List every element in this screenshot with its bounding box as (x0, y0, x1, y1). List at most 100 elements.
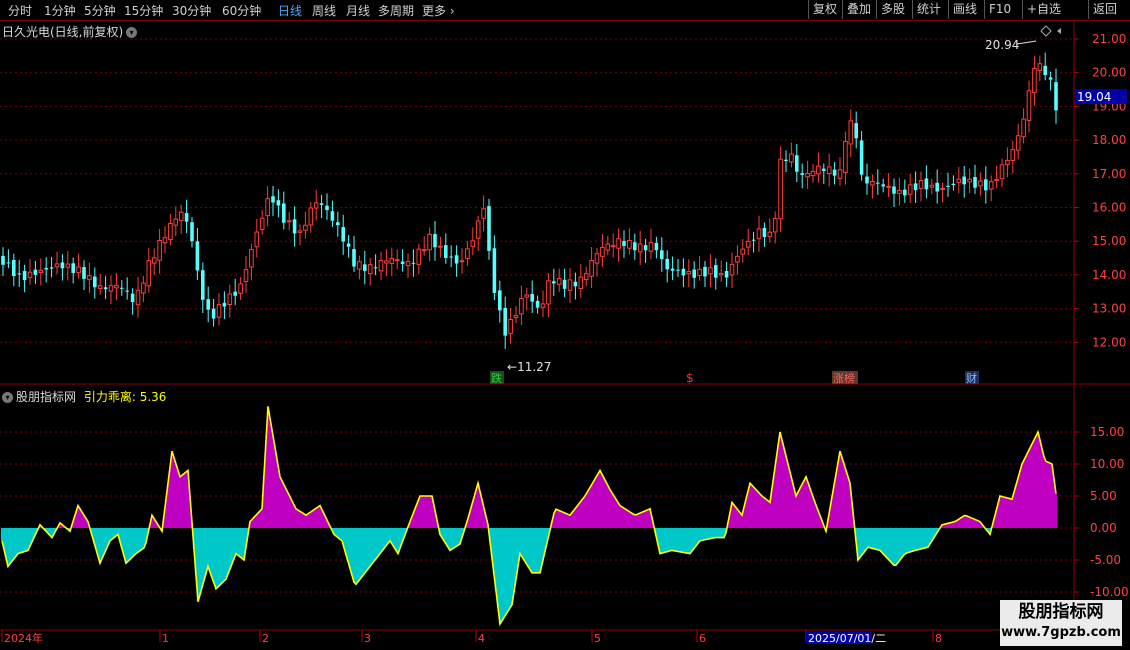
price-axis-label: 15.00 (1092, 234, 1126, 248)
candle-body-up (157, 239, 162, 261)
watermark-url: www.7gpzb.com (1001, 625, 1121, 640)
candle-body-up (367, 264, 373, 275)
candle-body-down (336, 222, 340, 226)
candle-body-down (211, 308, 216, 319)
indicator-axis-label: -10.00 (1090, 585, 1129, 599)
candle-body-down (665, 258, 669, 270)
candle-body-down (876, 182, 880, 184)
chevron-down-icon[interactable]: ▾ (2, 392, 13, 403)
candle-body-down (562, 279, 567, 289)
candle-body-up (227, 293, 233, 306)
candle-body-down (271, 196, 275, 203)
indicator-axis-label: 5.00 (1090, 489, 1117, 503)
candle-body-down (130, 293, 135, 302)
candle-body-up (772, 218, 778, 233)
candle-body-up (357, 261, 362, 270)
event-tag-drop[interactable]: 跌 (491, 371, 502, 385)
candle-body-up (967, 178, 972, 183)
candle-body-down (276, 200, 281, 206)
candle-body-up (1026, 90, 1032, 121)
candle-body-down (795, 155, 799, 172)
candle-body-up (378, 260, 384, 272)
candle-body-down (120, 287, 124, 289)
candle-body-up (313, 202, 319, 209)
candle-body-up (637, 243, 643, 253)
candle-body-up (243, 269, 249, 282)
candle-body-up (907, 184, 913, 195)
candle-body-up (394, 259, 400, 262)
diamond-icon[interactable] (1040, 25, 1052, 37)
candle-body-down (373, 267, 378, 269)
event-tag-dollar[interactable]: $ (686, 371, 694, 385)
candle-body-down (924, 178, 929, 190)
candle-body-up (216, 304, 222, 318)
candle-body-up (265, 198, 270, 217)
candle-body-up (718, 273, 724, 276)
candle-body-down (411, 262, 416, 264)
candle-body-down (573, 281, 578, 287)
candle-body-up (729, 263, 735, 276)
candle-body-up (940, 188, 945, 191)
candle-body-up (870, 180, 875, 186)
event-tag-finance[interactable]: 财 (966, 371, 977, 385)
chevron-down-icon[interactable]: ▾ (126, 27, 138, 38)
candle-body-down (962, 176, 966, 185)
time-cursor-label: 2025/07/01/二 (808, 632, 886, 645)
candle-body-down (400, 261, 405, 265)
site-watermark: 股朋指标网 www.7gpzb.com (1000, 600, 1122, 646)
candle-body-up (146, 260, 152, 287)
candle-body-down (865, 176, 869, 184)
candle-body-up (578, 276, 584, 289)
main-panel-header: 日久光电(日线,前复权) ▾ (2, 23, 140, 40)
candle-body-down (346, 243, 351, 247)
candle-body-up (470, 240, 476, 247)
candle-body-up (589, 259, 594, 277)
candle-body-up (956, 178, 962, 183)
candle-body-down (703, 266, 707, 277)
candle-body-up (826, 166, 832, 175)
candle-body-down (633, 242, 637, 251)
arrow-left-icon: ← (507, 360, 517, 374)
triangle-icon[interactable] (1057, 28, 1061, 34)
candle-body-down (784, 159, 788, 162)
axis-labels: 21.0020.0019.0018.0017.0016.0015.0014.00… (1090, 32, 1129, 599)
candle-body-up (513, 315, 519, 318)
candle-body-down (913, 183, 918, 191)
candle-body-down (859, 140, 864, 175)
candle-body-down (341, 227, 345, 242)
candle-body-down (762, 227, 767, 238)
candle-body-up (459, 260, 465, 263)
candle-body-down (881, 184, 885, 187)
candle-body-up (405, 261, 411, 267)
candle-body-down (892, 186, 896, 194)
candle-body-down (946, 185, 950, 187)
time-axis-label: 3 (364, 632, 371, 645)
candle-body-up (303, 224, 308, 231)
indicator-axis-label: -5.00 (1090, 553, 1121, 567)
candle-body-down (498, 290, 502, 311)
candle-body-up (1021, 118, 1026, 138)
candle-body-up (168, 223, 173, 241)
candle-body-up (65, 263, 71, 268)
candle-body-up (843, 140, 848, 173)
candle-body-up (1015, 135, 1021, 151)
candle-body-up (918, 179, 924, 189)
candle-body-up (756, 228, 762, 240)
event-tag-rise-list[interactable]: 涨榜 (833, 371, 855, 385)
candle-body-up (929, 184, 935, 188)
candle-body-down (352, 249, 356, 267)
candle-body-down (1, 255, 5, 265)
candle-body-up (567, 279, 573, 291)
candle-body-up (837, 169, 843, 179)
candle-body-up (605, 243, 611, 251)
candle-body-down (33, 269, 38, 275)
candle-body-up (519, 297, 524, 315)
candle-body-up (178, 211, 184, 221)
stock-title: 日久光电(日线,前复权) (2, 25, 124, 39)
candle-body-up (1032, 68, 1037, 93)
candle-body-down (449, 256, 453, 258)
candle-body-up (173, 218, 179, 226)
candle-body-up (141, 282, 146, 294)
candle-body-down (184, 213, 189, 222)
candle-body-up (162, 237, 168, 244)
